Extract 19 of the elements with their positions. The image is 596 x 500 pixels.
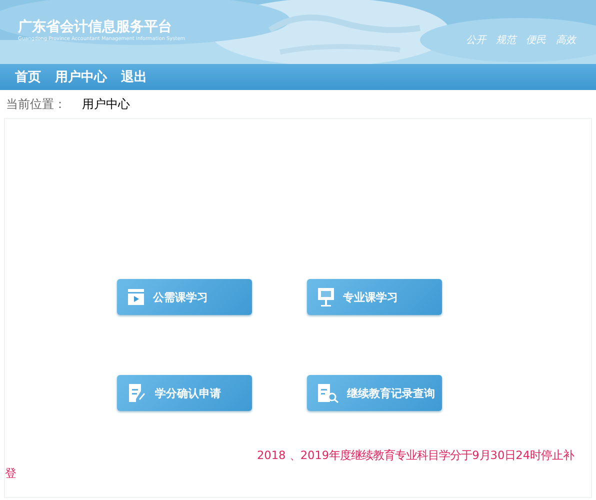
nav-link[interactable]: 首页 [15,68,41,86]
breadcrumb-current: 用户中心 [82,96,130,112]
nav-link[interactable]: 退出 [121,68,147,86]
slogan-text: 公开 [466,34,486,47]
action-button[interactable]: 学分确认申请 [117,375,252,411]
slogan-text: 便民 [526,34,546,47]
document-search-icon [317,383,339,403]
slogan-text: 高效 [556,34,576,47]
breadcrumb-label: 当前位置： [6,96,66,112]
presentation-board-icon [317,287,335,307]
action-button[interactable]: 专业课学习 [307,279,442,315]
notice-link[interactable]: 2018 、2019年度继续教育专业科目学分于9月30日24时停止补登 [5,447,585,483]
nav-link[interactable]: 用户中心 [55,68,107,86]
slogan-text: 规范 [496,34,516,47]
video-icon [127,288,145,306]
action-button[interactable]: 继续教育记录查询 [307,375,442,411]
document-edit-icon [127,383,147,403]
site-title: 广东省会计信息服务平台 [18,18,173,36]
action-button[interactable]: 公需课学习 [117,279,252,315]
